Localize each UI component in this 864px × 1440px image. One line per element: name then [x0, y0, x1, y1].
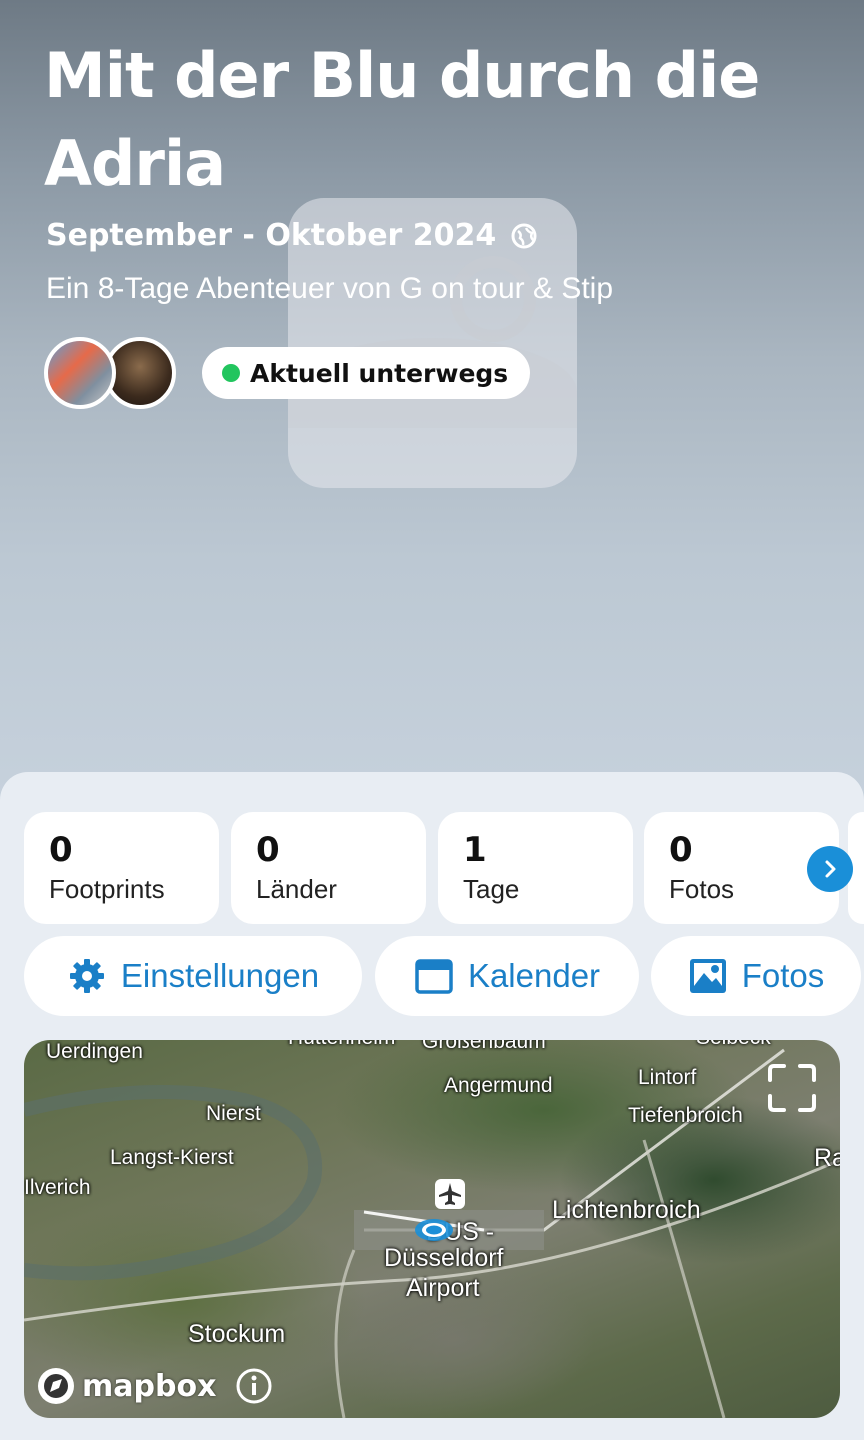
fullscreen-icon[interactable] — [766, 1062, 818, 1114]
map-label: Uerdingen — [46, 1040, 143, 1063]
trip-dates: September - Oktober 2024 — [46, 218, 538, 253]
stat-label: Tage — [463, 874, 520, 904]
trip-panel: 0 Footprints 0 Länder 1 Tage 0 Fotos Ein… — [0, 772, 864, 1440]
map-label: Angermund — [444, 1074, 553, 1097]
info-icon[interactable] — [234, 1366, 274, 1406]
image-icon — [689, 959, 726, 993]
mapbox-text: mapbox — [82, 1368, 217, 1404]
stat-value: 1 — [463, 830, 487, 870]
photos-label: Fotos — [741, 957, 825, 994]
calendar-label: Kalender — [467, 957, 601, 994]
gear-icon — [69, 959, 104, 993]
trip-title: Mit der Blu durch die Adria — [44, 39, 760, 200]
globe-icon — [511, 223, 537, 248]
settings-label: Einstellungen — [120, 957, 320, 994]
stat-label: Länder — [256, 874, 337, 904]
map-label: Airport — [406, 1274, 480, 1302]
map-label: Ra — [814, 1144, 840, 1172]
mapbox-logo[interactable]: mapbox — [36, 1366, 216, 1406]
map-label: Stockum — [188, 1320, 286, 1348]
chevron-right-icon — [825, 860, 836, 878]
map-label: Selbeck — [696, 1040, 771, 1050]
trip-dates-text: September - Oktober 2024 — [46, 218, 497, 253]
map-label: Lichtenbroich — [552, 1196, 701, 1224]
map-label: Tiefenbroich — [628, 1104, 743, 1127]
map-label: Großenbaum — [422, 1040, 546, 1053]
map-label: Ilverich — [24, 1176, 91, 1199]
map-label: Hüttenheim — [288, 1040, 395, 1050]
stats-row[interactable]: 0 Footprints 0 Länder 1 Tage 0 Fotos — [24, 812, 864, 924]
trip-map[interactable]: Uerdingen Hüttenheim Großenbaum Selbeck … — [24, 1040, 840, 1418]
stat-value: 0 — [256, 830, 280, 870]
actions-row[interactable]: Einstellungen Kalender Fotos — [24, 936, 864, 1016]
calendar-button[interactable]: Kalender — [375, 936, 639, 1016]
airport-icon — [435, 1179, 465, 1209]
stats-next-button[interactable] — [807, 846, 853, 892]
map-label: Nierst — [206, 1102, 261, 1125]
status-dot-icon — [222, 364, 240, 382]
settings-button[interactable]: Einstellungen — [24, 936, 362, 1016]
map-label: Düsseldorf — [384, 1244, 504, 1272]
trip-header: Mit der Blu durch die Adria September - … — [0, 0, 864, 800]
map-label: Langst-Kierst — [110, 1146, 234, 1169]
calendar-icon — [415, 959, 453, 994]
photos-button[interactable]: Fotos — [651, 936, 861, 1016]
avatar[interactable] — [44, 337, 116, 409]
stat-footprints[interactable]: 0 Footprints — [24, 812, 219, 924]
participants[interactable] — [44, 337, 176, 409]
status-badge: Aktuell unterwegs — [202, 347, 531, 399]
status-text: Aktuell unterwegs — [250, 358, 509, 388]
location-marker-icon[interactable] — [413, 1217, 455, 1243]
stat-label: Footprints — [49, 874, 165, 904]
map-label: Lintorf — [638, 1066, 697, 1089]
trip-subtitle: Ein 8-Tage Abenteuer von G on tour & Sti… — [46, 272, 614, 305]
stat-days[interactable]: 1 Tage — [438, 812, 633, 924]
mapbox-icon — [38, 1368, 74, 1404]
stat-value: 0 — [49, 830, 73, 870]
stat-countries[interactable]: 0 Länder — [231, 812, 426, 924]
